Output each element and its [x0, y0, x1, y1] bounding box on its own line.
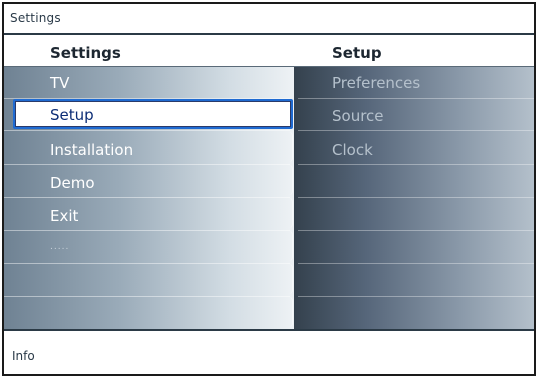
row-divider [4, 296, 290, 297]
row-divider [4, 197, 290, 198]
submenu-item-preferences[interactable]: Preferences [332, 74, 420, 92]
menu-item-tv[interactable]: TV [50, 74, 69, 92]
row-edge [286, 297, 293, 327]
menu-item-setup-label: Setup [50, 106, 94, 124]
row-edge [286, 231, 293, 261]
menu-item-setup[interactable]: Setup [13, 99, 293, 129]
row-divider [4, 164, 290, 165]
menu-item-exit[interactable]: Exit [50, 207, 78, 225]
row-edge [286, 165, 293, 195]
window-title: Settings [10, 11, 61, 25]
footer-divider [4, 329, 534, 331]
menu-item-demo[interactable]: Demo [50, 174, 95, 192]
row-edge [286, 198, 293, 228]
submenu-item-source[interactable]: Source [332, 107, 384, 125]
submenu-item-clock[interactable]: Clock [332, 141, 373, 159]
menu-column-title: Settings [50, 44, 121, 62]
row-divider [298, 197, 534, 198]
row-divider [4, 263, 290, 264]
row-divider [298, 296, 534, 297]
row-divider [4, 230, 290, 231]
row-edge [286, 264, 293, 294]
row-edge [286, 132, 293, 162]
header-divider [4, 33, 534, 35]
menu-item-placeholder: ..... [50, 242, 70, 252]
row-divider [298, 130, 534, 131]
row-divider [4, 130, 290, 131]
row-divider [298, 164, 534, 165]
submenu-column-title: Setup [332, 44, 382, 62]
row-divider [298, 98, 534, 99]
submenu-panel [294, 67, 534, 329]
settings-window: Settings Settings Setup TV Setup Install… [2, 2, 536, 376]
row-divider [298, 263, 534, 264]
row-divider [298, 230, 534, 231]
menu-item-installation[interactable]: Installation [50, 141, 133, 159]
info-text: Info [12, 349, 35, 363]
